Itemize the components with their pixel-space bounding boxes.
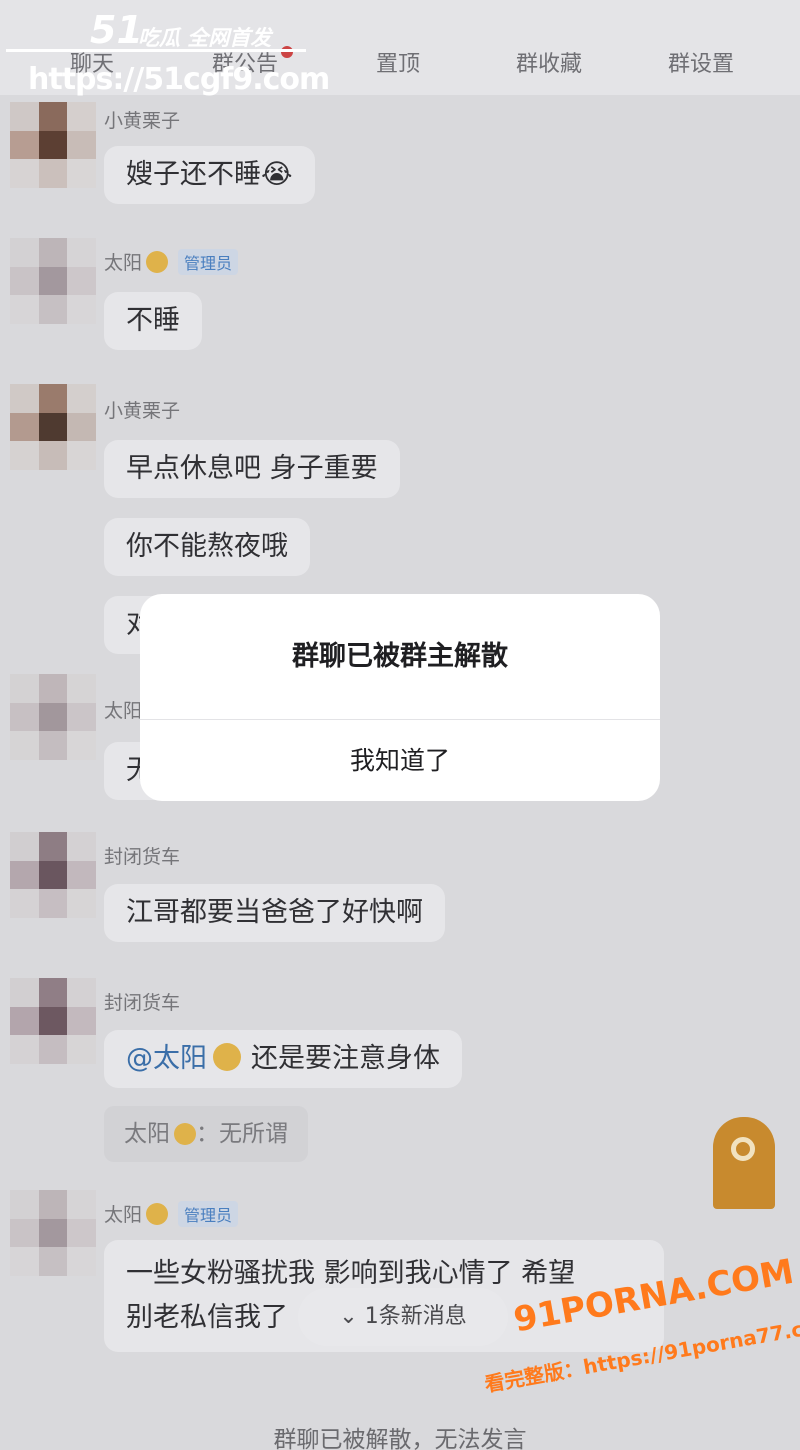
ring-icon xyxy=(731,1137,755,1161)
sender-name: 太阳 管理员 xyxy=(104,248,239,275)
sender-name: 封闭货车 xyxy=(104,992,181,1014)
disbanded-footer-notice: 群聊已被解散，无法发言 xyxy=(273,1427,527,1450)
acknowledge-button[interactable]: 我知道了 xyxy=(140,720,660,801)
avatar[interactable] xyxy=(10,384,96,470)
sender-name: 封闭货车 xyxy=(104,846,181,868)
watermark-slogan: 吃瓜 全网首发 xyxy=(138,26,272,50)
avatar[interactable] xyxy=(10,674,96,760)
sender-name: 小黄栗子 xyxy=(104,110,181,132)
message-bubble[interactable]: 不睡 xyxy=(104,292,202,350)
disband-dialog: 群聊已被群主解散 我知道了 xyxy=(140,594,660,801)
chevron-down-icon: ⌄ xyxy=(339,1304,365,1329)
message-bubble[interactable]: 江哥都要当爸爸了好快啊 xyxy=(104,884,445,942)
avatar[interactable] xyxy=(10,1190,96,1276)
watermark-divider xyxy=(6,49,306,52)
avatar[interactable] xyxy=(10,978,96,1064)
avatar[interactable] xyxy=(10,832,96,918)
message-bubble[interactable]: @太阳 还是要注意身体 xyxy=(104,1030,462,1088)
watermark-brand: 51 xyxy=(90,8,143,52)
sender-name: 太阳 xyxy=(104,700,143,722)
watermark-top: 51 吃瓜 全网首发 https://51cgf9.com xyxy=(4,6,330,102)
tab-pinned[interactable]: 置顶 xyxy=(376,46,420,78)
admin-badge: 管理员 xyxy=(178,1201,239,1227)
floating-game-icon[interactable] xyxy=(713,1117,775,1209)
sender-name: 太阳 管理员 xyxy=(104,1200,239,1227)
admin-badge: 管理员 xyxy=(178,249,239,275)
watermark-url: https://51cgf9.com xyxy=(28,62,330,97)
avatar[interactable] xyxy=(10,102,96,188)
message-bubble[interactable]: 嫂子还不睡😭 xyxy=(104,146,315,204)
tab-favorites[interactable]: 群收藏 xyxy=(516,46,582,78)
sun-face-icon xyxy=(174,1123,196,1145)
dialog-title: 群聊已被群主解散 xyxy=(292,641,508,672)
tab-settings[interactable]: 群设置 xyxy=(668,46,734,78)
chat-screen: 聊天 群公告 置顶 群收藏 群设置 小黄栗子 嫂子还不睡😭 太阳 管理员 不睡 小 xyxy=(0,0,800,1450)
sun-face-icon xyxy=(146,1203,169,1225)
sender-name: 小黄栗子 xyxy=(104,400,181,422)
message-bubble[interactable]: 你不能熬夜哦 xyxy=(104,518,310,576)
avatar[interactable] xyxy=(10,238,96,324)
reply-quote[interactable]: 太阳 ：无所谓 xyxy=(104,1106,308,1162)
sun-face-icon xyxy=(213,1043,241,1071)
message-bubble[interactable]: 早点休息吧 身子重要 xyxy=(104,440,400,498)
mention-link[interactable]: @太阳 xyxy=(126,1043,207,1074)
sun-face-icon xyxy=(146,251,169,273)
